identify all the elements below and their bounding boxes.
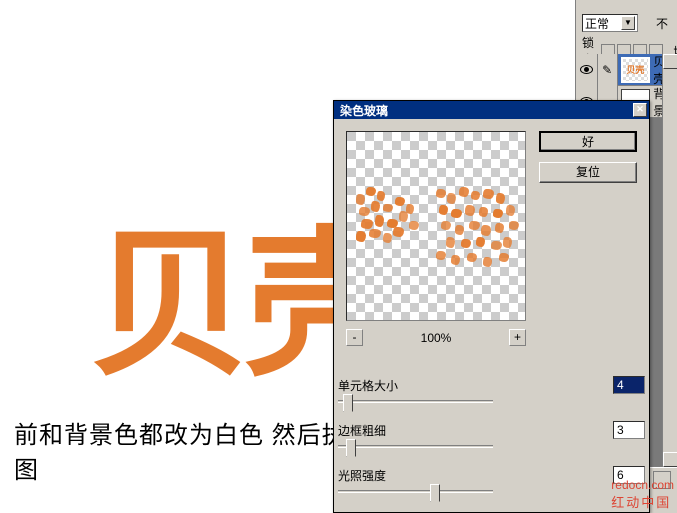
watermark-url: redocn.com [611, 478, 674, 492]
light-label: 光照强度 [338, 467, 386, 484]
brush-icon: ✎ [602, 63, 612, 77]
ok-button[interactable]: 好 [539, 131, 637, 152]
cell-size-input[interactable] [613, 376, 645, 394]
border-slider[interactable] [338, 443, 493, 448]
eye-icon [580, 65, 593, 74]
link-cell[interactable]: ✎ [598, 54, 618, 86]
preview-content [347, 132, 525, 320]
slider-thumb[interactable] [430, 484, 440, 502]
cell-size-label: 单元格大小 [338, 377, 398, 394]
slider-track [338, 445, 493, 448]
scroll-down-icon[interactable] [663, 452, 677, 467]
slider-thumb[interactable] [346, 439, 356, 457]
reset-button[interactable]: 复位 [539, 162, 637, 183]
slider-track [338, 400, 493, 403]
watermark: redocn.com 红动中国 [611, 478, 674, 511]
dialog-titlebar[interactable]: 染色玻璃 ✕ [334, 101, 649, 119]
dialog-title: 染色玻璃 [336, 102, 633, 119]
blend-mode-value: 正常 [585, 15, 609, 32]
slider-track [338, 490, 493, 493]
border-input[interactable] [613, 421, 645, 439]
filter-preview[interactable] [346, 131, 526, 321]
chevron-down-icon: ▼ [621, 16, 635, 30]
filter-dialog: 染色玻璃 ✕ - 100% + 好 复位 单元格大小 [333, 100, 650, 513]
zoom-value: 100% [421, 331, 452, 345]
light-slider[interactable] [338, 488, 493, 493]
layer-thumbnail[interactable]: 贝壳 [621, 57, 651, 83]
border-label: 边框粗细 [338, 422, 386, 439]
scroll-up-icon[interactable] [663, 54, 677, 69]
cell-size-slider[interactable] [338, 398, 493, 403]
zoom-out-button[interactable]: - [346, 329, 363, 346]
slider-thumb[interactable] [343, 394, 353, 412]
watermark-cn: 红动中国 [611, 492, 674, 511]
opacity-label: 不 [656, 15, 668, 32]
scrollbar[interactable] [662, 54, 677, 467]
zoom-in-button[interactable]: + [509, 329, 526, 346]
blend-mode-select[interactable]: 正常 ▼ [582, 14, 638, 32]
close-button[interactable]: ✕ [633, 103, 647, 117]
visibility-toggle[interactable] [576, 54, 598, 86]
